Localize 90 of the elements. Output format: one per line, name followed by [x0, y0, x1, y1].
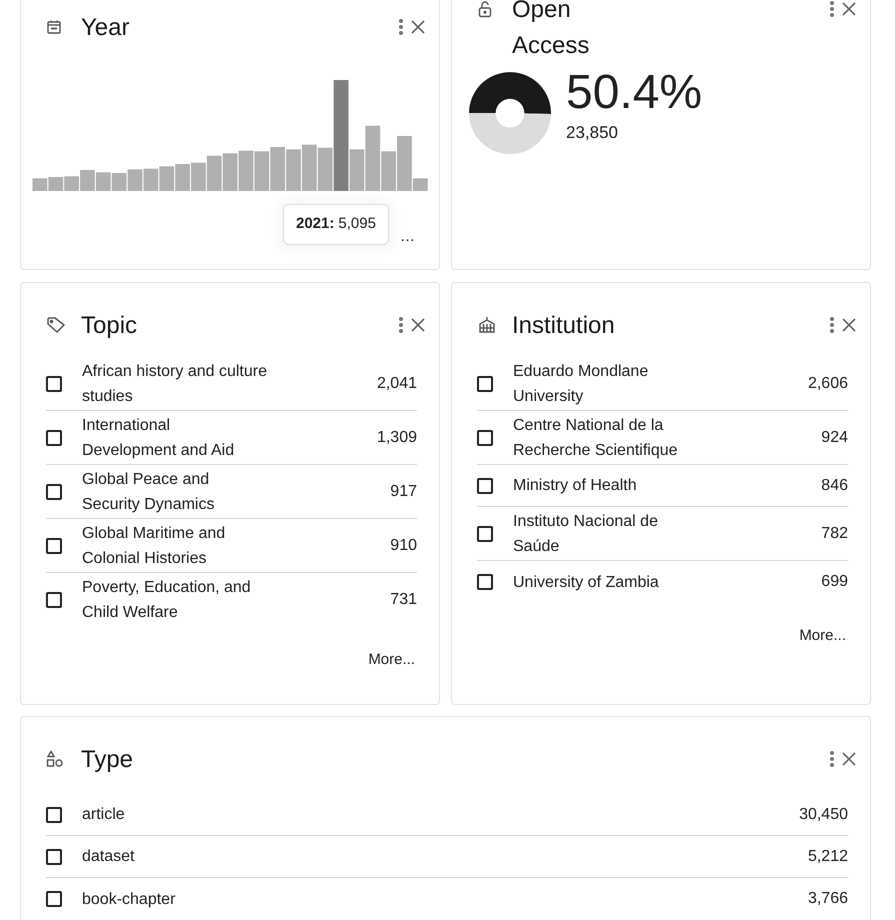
facet-label[interactable]: article — [82, 802, 800, 827]
facet-label[interactable]: Poverty, Education, and Child Welfare — [82, 575, 267, 625]
histogram-bar[interactable] — [222, 153, 238, 191]
panel-title: Type — [81, 745, 134, 775]
facet-count: 5,212 — [808, 846, 848, 866]
more-options-icon[interactable] — [829, 0, 835, 18]
facet-label[interactable]: University of Zambia — [513, 570, 659, 594]
close-icon[interactable] — [410, 317, 426, 333]
facet-count: 699 — [821, 572, 848, 592]
checkbox[interactable] — [477, 574, 493, 590]
tag-icon — [46, 316, 66, 334]
tooltip: 2021: 5,095 — [283, 204, 389, 245]
facet-count: 846 — [821, 476, 848, 496]
facet-count: 782 — [821, 524, 848, 544]
panel-title: Institution — [512, 311, 615, 341]
facet-count: 3,766 — [808, 889, 848, 909]
facet-count: 910 — [390, 536, 417, 556]
facet-count: 731 — [390, 590, 417, 610]
checkbox[interactable] — [46, 538, 62, 554]
facet-label[interactable]: African history and culture studies — [82, 358, 267, 408]
facet-label[interactable]: Global Maritime and Colonial Histories — [82, 520, 267, 570]
close-icon[interactable] — [410, 19, 426, 35]
checkbox[interactable] — [46, 430, 62, 446]
histogram-bar[interactable] — [397, 136, 412, 191]
histogram-bar[interactable] — [302, 144, 317, 191]
checkbox[interactable] — [46, 376, 62, 392]
facet-label[interactable]: Global Peace and Security Dynamics — [82, 466, 267, 516]
facet-label[interactable]: Ministry of Health — [513, 473, 637, 498]
facet-count: 1,309 — [376, 428, 417, 448]
checkbox[interactable] — [477, 376, 493, 392]
shapes-icon — [46, 750, 64, 768]
histogram-bar[interactable] — [286, 149, 301, 191]
panel-title: Topic — [81, 311, 138, 341]
facet-label[interactable]: book-chapter — [82, 886, 808, 912]
checkbox[interactable] — [46, 806, 62, 822]
facet-label[interactable]: Centre National de la Recherche Scientifique — [513, 412, 698, 462]
histogram-bar[interactable] — [254, 151, 270, 191]
histogram-bar[interactable] — [96, 172, 111, 191]
histogram-bar[interactable] — [128, 169, 142, 191]
histogram-bar[interactable] — [365, 126, 380, 191]
histogram-bar[interactable] — [412, 178, 428, 191]
close-icon[interactable] — [841, 1, 857, 17]
histogram-bar[interactable] — [206, 156, 222, 191]
close-icon[interactable] — [841, 317, 857, 333]
facet-label[interactable]: International Development and Aid — [82, 412, 267, 462]
panel-title: Year — [81, 13, 130, 43]
count-value: 23,850 — [566, 122, 619, 144]
checkbox[interactable] — [477, 478, 493, 494]
more-options-icon[interactable] — [398, 316, 404, 334]
histogram-bar[interactable] — [191, 162, 206, 191]
histogram-bar[interactable] — [32, 178, 48, 191]
histogram-bar[interactable] — [238, 150, 254, 191]
checkbox[interactable] — [477, 430, 493, 446]
facet-label[interactable]: Instituto Nacional de Saúde — [513, 508, 698, 558]
facet-count: 924 — [821, 428, 848, 448]
facet-count: 2,041 — [376, 374, 417, 394]
checkbox[interactable] — [46, 592, 62, 608]
checkbox[interactable] — [46, 848, 62, 864]
checkbox[interactable] — [46, 484, 62, 500]
histogram-bar[interactable] — [159, 166, 174, 191]
histogram-bar[interactable] — [334, 80, 348, 191]
histogram-bar[interactable] — [48, 177, 64, 191]
histogram-bar[interactable] — [318, 148, 333, 191]
more-options-icon[interactable] — [829, 316, 835, 334]
building-icon — [477, 316, 497, 334]
facet-count: 917 — [390, 482, 417, 502]
panel-title: Open Access — [512, 0, 590, 61]
histogram-bar[interactable] — [270, 147, 286, 191]
more-options-icon[interactable] — [829, 750, 835, 768]
more-options-icon[interactable] — [398, 18, 404, 36]
histogram-bar[interactable] — [143, 168, 158, 191]
facet-count: 30,450 — [799, 804, 848, 824]
histogram-bar[interactable] — [80, 170, 95, 191]
more-link[interactable]: More... — [368, 649, 415, 672]
facet-label[interactable]: Eduardo Mondlane University — [513, 358, 698, 408]
histogram-bar[interactable] — [381, 151, 396, 191]
facet-label[interactable]: dataset — [82, 844, 808, 869]
percentage-value: 50.4% — [566, 66, 702, 120]
histogram-bar[interactable] — [350, 149, 364, 191]
checkbox[interactable] — [477, 526, 493, 542]
axis-label: … — [400, 227, 415, 247]
histogram-bar[interactable] — [175, 164, 190, 191]
histogram-bar[interactable] — [64, 176, 79, 191]
calendar-icon — [46, 19, 62, 35]
close-icon[interactable] — [841, 751, 857, 767]
checkbox[interactable] — [46, 891, 62, 907]
more-link[interactable]: More... — [799, 625, 846, 648]
facet-count: 2,606 — [808, 374, 848, 394]
unlocked-padlock-icon — [477, 0, 493, 18]
histogram-bar[interactable] — [112, 173, 127, 191]
